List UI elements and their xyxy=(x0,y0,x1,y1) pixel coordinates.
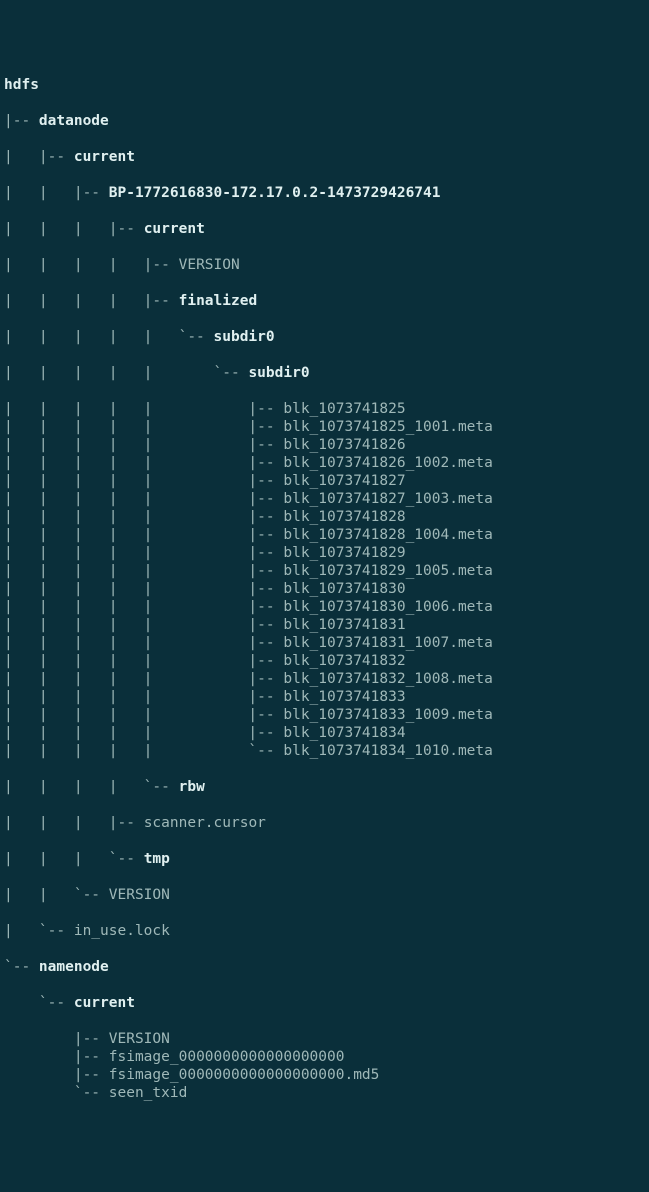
file-namenode: seen_txid xyxy=(109,1085,188,1101)
file-blk: blk_1073741832 xyxy=(283,653,405,669)
file-version: VERSION xyxy=(179,257,240,273)
file-blk: blk_1073741834 xyxy=(283,725,405,741)
dir-bp-current: current xyxy=(144,221,205,237)
file-blk: blk_1073741829 xyxy=(283,545,405,561)
file-blk: blk_1073741825_1001.meta xyxy=(283,419,493,435)
dir-datanode: datanode xyxy=(39,113,109,129)
file-blk: blk_1073741825 xyxy=(283,401,405,417)
dir-tmp: tmp xyxy=(144,851,170,867)
dir-namenode-current: current xyxy=(74,995,135,1011)
file-blk: blk_1073741831_1007.meta xyxy=(283,635,493,651)
file-blk: blk_1073741832_1008.meta xyxy=(283,671,493,687)
file-blk: blk_1073741828 xyxy=(283,509,405,525)
file-blk: blk_1073741827_1003.meta xyxy=(283,491,493,507)
file-blk: blk_1073741830_1006.meta xyxy=(283,599,493,615)
dir-rbw: rbw xyxy=(179,779,205,795)
file-blk: blk_1073741833 xyxy=(283,689,405,705)
file-blk: blk_1073741826 xyxy=(283,437,405,453)
file-blk: blk_1073741831 xyxy=(283,617,405,633)
file-blk: blk_1073741828_1004.meta xyxy=(283,527,493,543)
file-inuse-lock: in_use.lock xyxy=(74,923,170,939)
file-scanner-cursor: scanner.cursor xyxy=(144,815,266,831)
dir-subdir0-a: subdir0 xyxy=(214,329,275,345)
dir-namenode: namenode xyxy=(39,959,109,975)
dir-datanode-current: current xyxy=(74,149,135,165)
file-namenode: fsimage_0000000000000000000 xyxy=(109,1049,345,1065)
dir-subdir0-b: subdir0 xyxy=(248,365,309,381)
file-blk: blk_1073741830 xyxy=(283,581,405,597)
dir-finalized: finalized xyxy=(179,293,258,309)
file-blk: blk_1073741829_1005.meta xyxy=(283,563,493,579)
dir-bp: BP-1772616830-172.17.0.2-1473729426741 xyxy=(109,185,441,201)
file-blk: blk_1073741834_1010.meta xyxy=(283,743,493,759)
file-namenode: VERSION xyxy=(109,1031,170,1047)
file-datanode-version: VERSION xyxy=(109,887,170,903)
file-namenode: fsimage_0000000000000000000.md5 xyxy=(109,1067,380,1083)
file-blk: blk_1073741833_1009.meta xyxy=(283,707,493,723)
file-blk: blk_1073741826_1002.meta xyxy=(283,455,493,471)
file-blk: blk_1073741827 xyxy=(283,473,405,489)
root-dir: hdfs xyxy=(4,77,39,93)
